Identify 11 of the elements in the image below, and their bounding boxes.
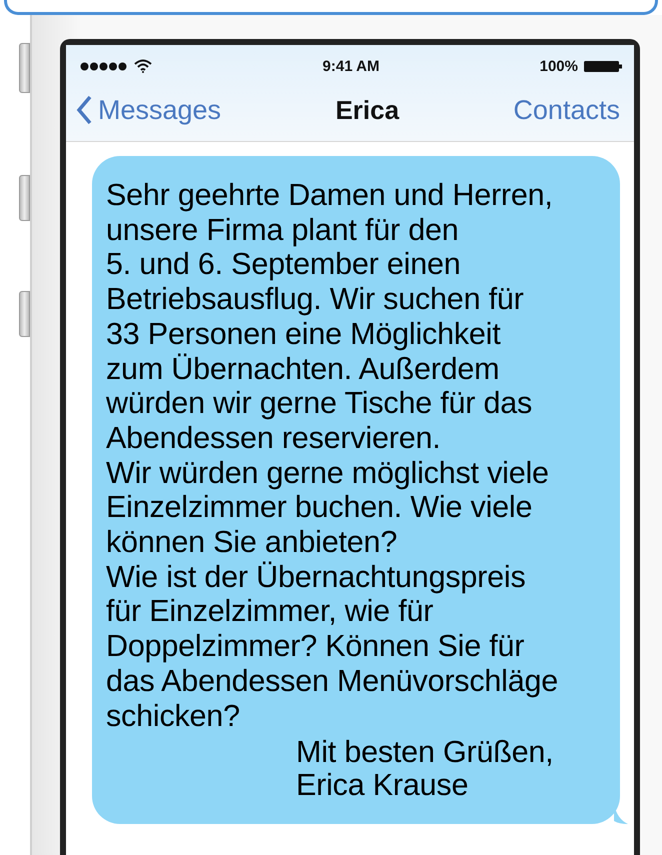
message-signature: Mit besten Grüßen, Erica Krause xyxy=(295,736,554,802)
signal-icon xyxy=(80,62,128,70)
message-text: Sehr geehrte Damen und Herren, unsere Firma plant für den 5. und 6. September einen Betriebsausflug. Wir suchen für 33 Personen eine Möglichkeit zum Übernachten. Außerdem würden wir gerne Tische für das Abendessen reservieren. Wir würden gerne möglichst viele Einzelzimmer buchen. Wie viele können Sie anbieten? Wie ist der Übernachtungspreis für Einzelzimmer, wie für Doppelzimmer? Können Sie für das Abendessen Menüvorschläge schicken? xyxy=(106,178,560,734)
wifi-icon xyxy=(134,59,152,73)
chevron-left-icon xyxy=(76,95,92,125)
chat-title: Erica xyxy=(335,94,400,126)
back-button[interactable]: Messages xyxy=(76,94,222,126)
battery-percent: 100% xyxy=(540,58,578,74)
battery-icon xyxy=(584,60,622,72)
contacts-link[interactable]: Contacts xyxy=(513,94,620,126)
status-time: 9:41 AM xyxy=(322,58,380,74)
